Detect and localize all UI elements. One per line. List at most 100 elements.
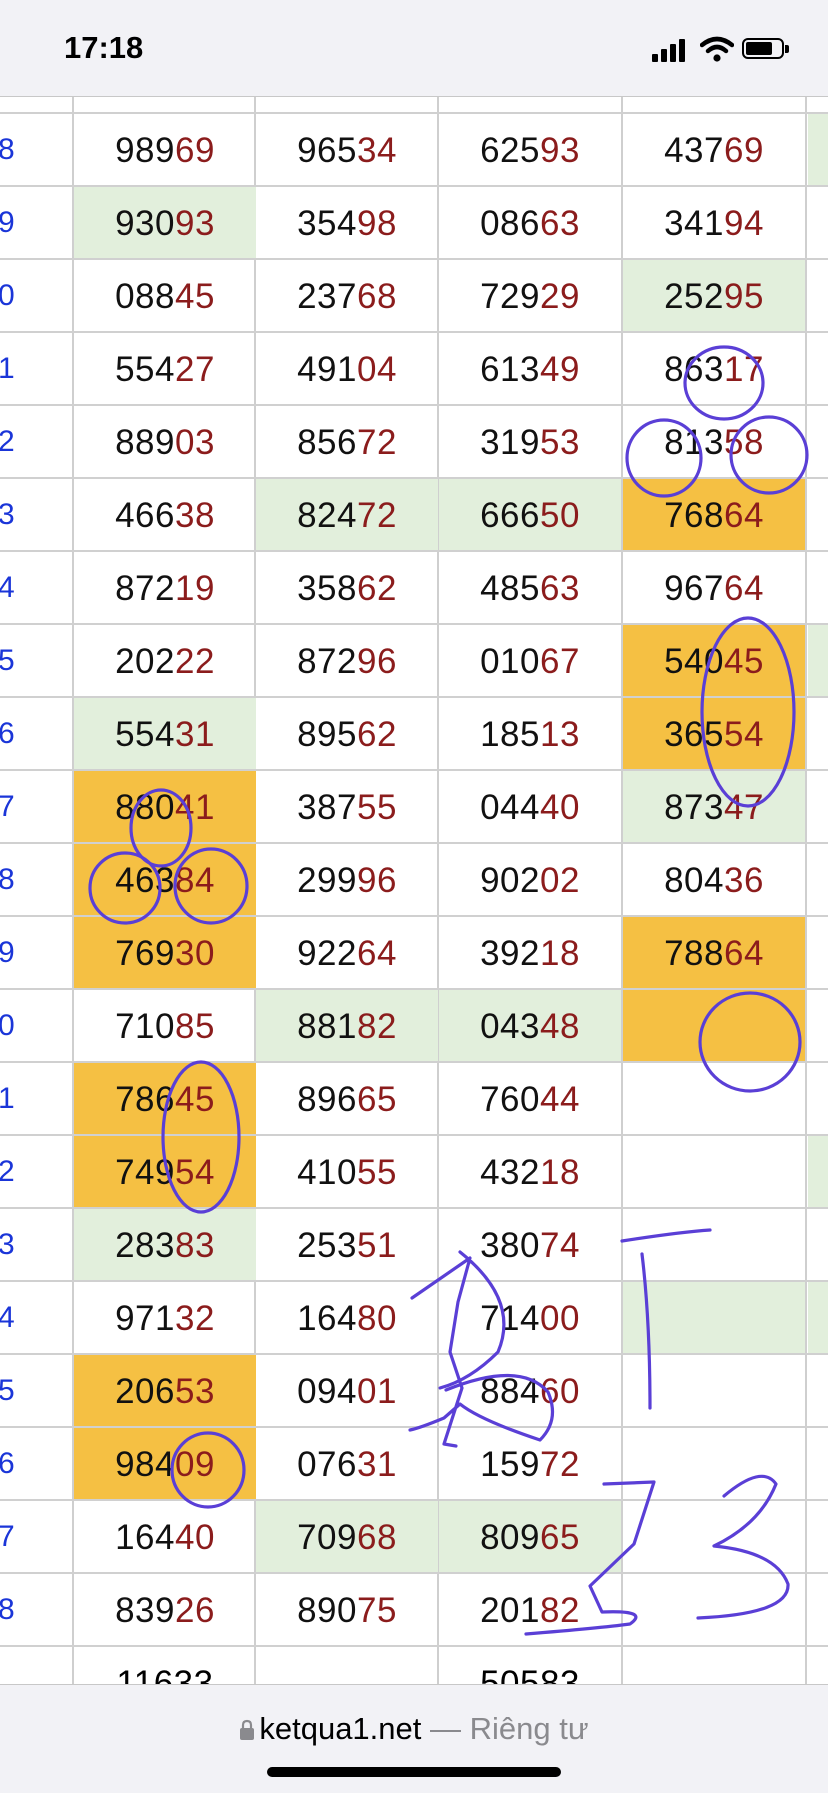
row-index[interactable]: 1 — [0, 1063, 38, 1134]
number-prefix: 410 — [297, 1153, 357, 1192]
row-index[interactable]: 9 — [0, 187, 38, 258]
row-index[interactable]: 3 — [0, 1209, 38, 1280]
clock: 17:18 — [64, 30, 144, 65]
number-prefix: 625 — [480, 131, 540, 170]
number-prefix: 387 — [297, 788, 357, 827]
number-prefix: 889 — [115, 423, 175, 462]
number-prefix: 769 — [115, 934, 175, 973]
table-row: 6 98409 07631 15972 — [0, 1428, 828, 1501]
number-tail: 53 — [539, 423, 580, 462]
number-cell: 88903 — [74, 406, 256, 477]
number-cell: 25351 — [256, 1209, 438, 1280]
number-tail: 75 — [356, 1591, 397, 1630]
number-prefix: 010 — [480, 642, 540, 681]
number-tail: 72 — [356, 496, 397, 535]
number-prefix: 880 — [115, 788, 175, 827]
row-index[interactable]: 9 — [0, 917, 38, 988]
row-index[interactable]: 5 — [0, 1355, 38, 1426]
number-tail: 93 — [539, 131, 580, 170]
number-cell: 76930 — [74, 917, 256, 988]
number-tail: 31 — [356, 1445, 397, 1484]
number-tail: 60 — [539, 1372, 580, 1411]
number-tail: 63 — [539, 569, 580, 608]
number-cell: 46384 — [74, 844, 256, 915]
number-tail: 72 — [539, 1445, 580, 1484]
number-prefix: 185 — [480, 715, 540, 754]
row-index[interactable]: 7 — [0, 1501, 38, 1572]
number-cell: 48563 — [439, 552, 621, 623]
row-index[interactable]: 0 — [0, 990, 38, 1061]
home-indicator[interactable] — [267, 1767, 561, 1777]
row-index[interactable]: 1 — [0, 333, 38, 404]
row-index[interactable]: 3 — [0, 479, 38, 550]
number-tail: 62 — [356, 569, 397, 608]
number-tail: 18 — [539, 1153, 580, 1192]
number-prefix: 252 — [664, 277, 724, 316]
number-cell: 38755 — [256, 771, 438, 842]
number-cell: 87296 — [256, 625, 438, 696]
number-tail: 00 — [539, 1299, 580, 1338]
number-cell: 93093 — [74, 187, 256, 258]
number-prefix: 043 — [480, 1007, 540, 1046]
row-index[interactable]: 2 — [0, 406, 38, 477]
number-prefix: 358 — [297, 569, 357, 608]
number-prefix: 094 — [297, 1372, 357, 1411]
number-cell: 78864 — [623, 917, 805, 988]
number-prefix: 809 — [480, 1518, 540, 1557]
number-cell: 98409 — [74, 1428, 256, 1499]
table-row: 3 28383 25351 38074 — [0, 1209, 828, 1282]
number-cell: 41055 — [256, 1136, 438, 1207]
number-prefix: 881 — [297, 1007, 357, 1046]
number-cell: 16440 — [74, 1501, 256, 1572]
number-cell: 80965 — [439, 1501, 621, 1572]
number-tail: 55 — [356, 1153, 397, 1192]
row-index[interactable]: 6 — [0, 1428, 38, 1499]
number-tail: 96 — [356, 861, 397, 900]
number-cell: 88041 — [74, 771, 256, 842]
row-index[interactable]: 5 — [0, 625, 38, 696]
number-prefix: 319 — [480, 423, 540, 462]
table-row: 6 55431 89562 18513 36554 — [0, 698, 828, 771]
row-index[interactable]: 0 — [0, 260, 38, 331]
number-prefix: 159 — [480, 1445, 540, 1484]
table-row: 7 16440 70968 80965 — [0, 1501, 828, 1574]
table-row: 0 08845 23768 72929 25295 — [0, 260, 828, 333]
number-tail: 22 — [174, 642, 215, 681]
row-index[interactable]: 8 — [0, 1574, 38, 1645]
number-cell: 66650 — [439, 479, 621, 550]
number-cell: 23555 — [256, 96, 438, 112]
row-index[interactable]: 6 — [0, 698, 38, 769]
number-prefix: 164 — [115, 1518, 175, 1557]
number-cell: 89562 — [256, 698, 438, 769]
number-cell — [623, 1355, 805, 1426]
number-tail: 68 — [356, 1518, 397, 1557]
number-prefix: 201 — [480, 1591, 540, 1630]
separator: — — [430, 1711, 462, 1746]
row-index[interactable]: 2 — [0, 1136, 38, 1207]
row-index[interactable]: 8 — [0, 114, 38, 185]
number-tail: 45 — [723, 642, 764, 681]
number-tail: 82 — [356, 1007, 397, 1046]
number-prefix: 922 — [297, 934, 357, 973]
table-row: 0 71085 88182 04348 — [0, 990, 828, 1063]
number-prefix: 804 — [664, 861, 724, 900]
number-cell: 89075 — [256, 1574, 438, 1645]
number-tail: 01 — [356, 1372, 397, 1411]
address-bar[interactable]: ketqua1.net — Riêng tư — [0, 1711, 828, 1747]
number-cell: 85672 — [256, 406, 438, 477]
number-tail: 34 — [356, 131, 397, 170]
number-cell: 92264 — [256, 917, 438, 988]
number-prefix: 380 — [480, 1226, 540, 1265]
number-tail: 45 — [174, 277, 215, 316]
table-row: 4 87219 35862 48563 96764 — [0, 552, 828, 625]
number-prefix: 666 — [480, 496, 540, 535]
row-index[interactable]: 4 — [0, 552, 38, 623]
row-index[interactable]: 4 — [0, 1282, 38, 1353]
number-cell: 61349 — [439, 333, 621, 404]
status-bar: 17:18 — [0, 0, 828, 97]
row-index[interactable]: 8 — [0, 844, 38, 915]
row-index[interactable]: 7 — [0, 771, 38, 842]
number-cell — [623, 1209, 805, 1280]
number-cell: 36554 — [623, 698, 805, 769]
table-row: 2 74954 41055 43218 — [0, 1136, 828, 1209]
